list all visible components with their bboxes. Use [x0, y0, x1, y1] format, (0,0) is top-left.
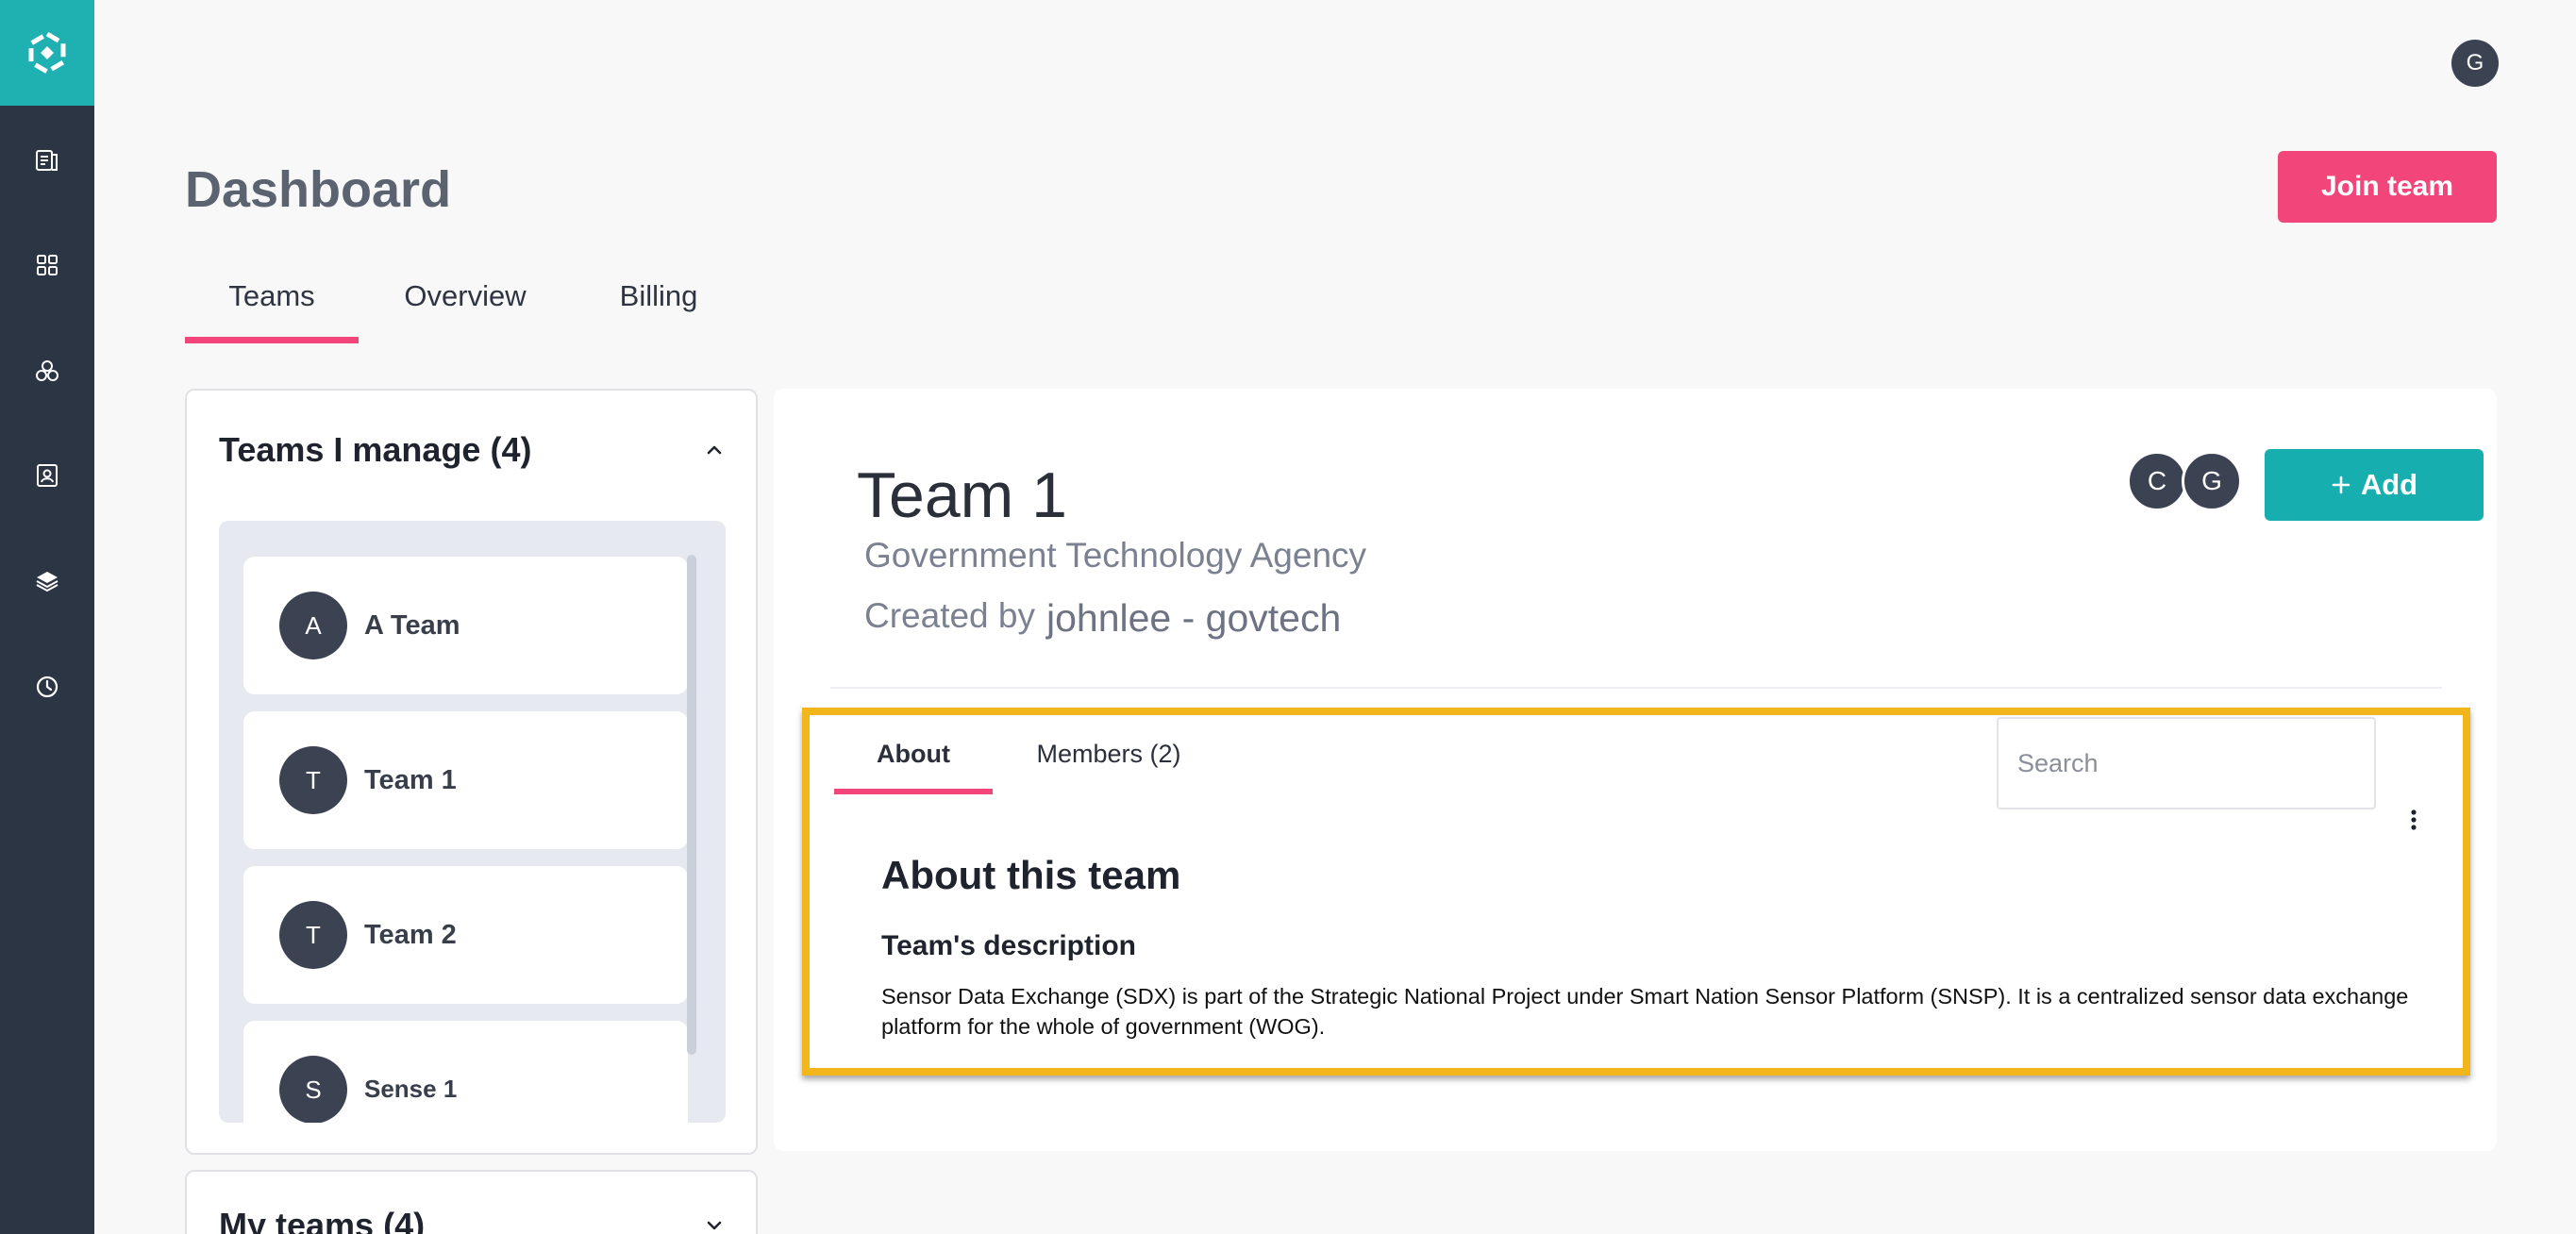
logo-icon [28, 31, 66, 75]
nav-history[interactable] [0, 659, 94, 715]
divider [830, 687, 2442, 689]
grid-icon [37, 255, 58, 275]
page-title: Dashboard [185, 161, 452, 218]
team-title: Team 1 [857, 459, 1067, 531]
avatar: T [279, 901, 347, 969]
about-heading: About this team [881, 853, 1181, 897]
my-teams-panel: My teams (4) [185, 1170, 758, 1234]
my-teams-title: My teams (4) [219, 1206, 426, 1234]
tab-billing[interactable]: Billing [583, 279, 734, 343]
created-by-row: Created by johnlee - govtech [864, 596, 1341, 641]
team-list-item-name: Team 2 [364, 920, 457, 950]
more-vertical-icon[interactable] [2406, 806, 2421, 834]
teams-manage-title: Teams I manage (4) [219, 430, 532, 469]
team-list-item-name: A Team [364, 610, 460, 641]
team-organisation: Government Technology Agency [864, 536, 1367, 575]
add-member-button[interactable]: Add [2265, 449, 2484, 521]
contact-card-icon [37, 464, 58, 487]
avatar: T [279, 746, 347, 814]
created-by-label: Created by [864, 596, 1035, 635]
search-input[interactable] [1997, 717, 2376, 809]
description-heading: Team's description [881, 930, 1136, 961]
teams-manage-list: A A Team T Team 1 T Team 2 S Sense 1 [219, 521, 726, 1123]
team-list-item[interactable]: T Team 2 [243, 866, 688, 1004]
user-avatar[interactable]: G [2451, 40, 2499, 87]
nav-layers[interactable] [0, 553, 94, 609]
clock-icon [36, 675, 59, 698]
layers-icon [36, 572, 59, 592]
documents-icon [36, 150, 58, 171]
tab-teams[interactable]: Teams [185, 279, 359, 343]
list-scrollbar[interactable] [687, 555, 696, 1055]
app-logo[interactable] [0, 0, 94, 106]
team-list-item-name: Sense 1 [364, 1075, 458, 1103]
avatar: S [279, 1056, 347, 1123]
team-list-item[interactable]: S Sense 1 [243, 1021, 688, 1123]
created-by-name: johnlee - govtech [1046, 596, 1342, 640]
tab-members[interactable]: Members (2) [1027, 740, 1191, 794]
team-description: Sensor Data Exchange (SDX) is part of th… [881, 984, 2409, 1039]
teams-manage-panel: Teams I manage (4) A A Team T Team 1 T T… [185, 389, 758, 1155]
team-list-item[interactable]: A A Team [243, 557, 688, 694]
nav-cluster[interactable] [0, 343, 94, 400]
sidebar [0, 0, 94, 1234]
nav-documents[interactable] [0, 132, 94, 189]
cluster-icon [36, 360, 59, 381]
avatar: A [279, 592, 347, 659]
tab-about[interactable]: About [834, 740, 993, 794]
nav-grid[interactable] [0, 237, 94, 293]
chevron-down-icon[interactable] [702, 1213, 727, 1234]
nav-contacts[interactable] [0, 447, 94, 504]
team-list-item-name: Team 1 [364, 765, 457, 795]
plus-icon [2332, 475, 2350, 494]
avatar[interactable]: C [2127, 451, 2187, 511]
add-button-label: Add [2360, 468, 2418, 501]
team-about-section: About Members (2) About this team Team's… [802, 708, 2470, 1076]
avatar[interactable]: G [2182, 451, 2242, 511]
chevron-up-icon[interactable] [702, 438, 727, 462]
tab-overview[interactable]: Overview [377, 279, 553, 343]
join-team-button[interactable]: Join team [2278, 151, 2497, 223]
team-list-item[interactable]: T Team 1 [243, 711, 688, 849]
